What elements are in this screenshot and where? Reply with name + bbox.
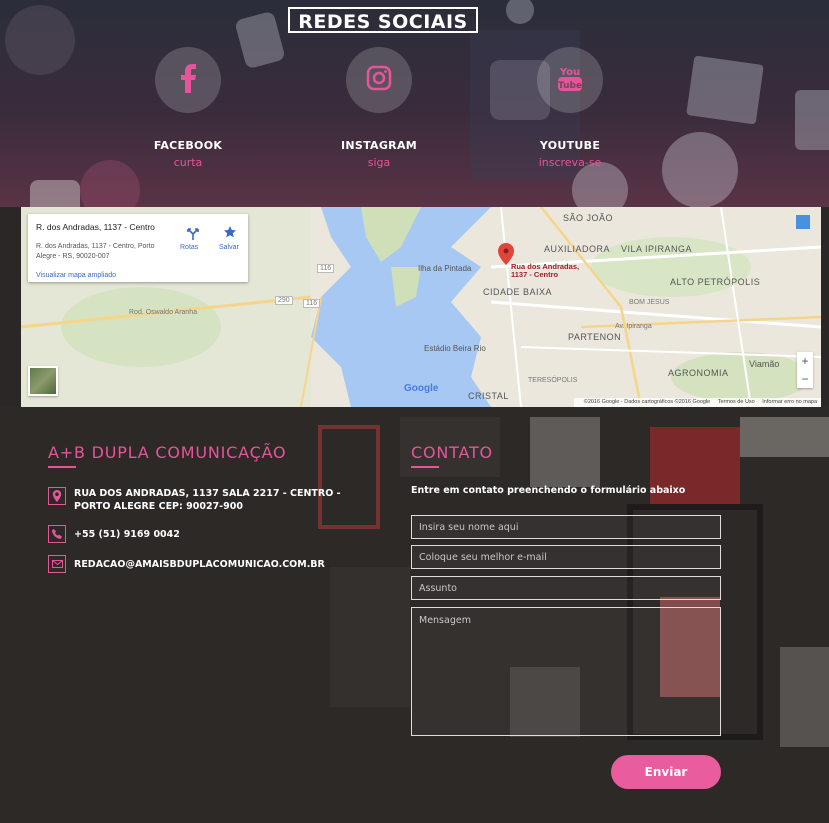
zoom-in-button[interactable]: + (797, 352, 813, 370)
company-title: A+B DUPLA COMUNICAÇÃO (48, 443, 287, 462)
name-input[interactable] (411, 515, 721, 539)
social-title: REDES SOCIAIS (288, 7, 478, 33)
map-label-alto-petropolis: ALTO PETRÓPOLIS (670, 277, 761, 287)
map-label-sao-joao: SÃO JOÃO (563, 213, 614, 223)
fullscreen-icon[interactable] (796, 215, 810, 229)
instagram-circle[interactable] (346, 47, 412, 113)
contact-title-underline (411, 466, 439, 468)
map-label-rod: Rod. Oswaldo Aranha (129, 309, 198, 316)
message-textarea[interactable] (411, 607, 721, 736)
map-footer: ©2016 Google - Dados cartográficos ©2016… (573, 398, 821, 407)
facebook-icon (176, 63, 200, 97)
star-icon[interactable] (223, 225, 237, 244)
send-button[interactable]: Enviar (611, 755, 721, 789)
contact-title: CONTATO (411, 443, 493, 462)
google-logo: Google (404, 383, 439, 394)
facebook-link[interactable]: FACEBOOK curta (108, 47, 268, 169)
company-phone[interactable]: +55 (51) 9169 0042 (74, 528, 364, 541)
address-row: RUA DOS ANDRADAS, 1137 SALA 2217 - CENTR… (48, 487, 364, 513)
map-pin-label-2: 1137 - Centro (511, 270, 559, 279)
phone-icon (48, 525, 66, 543)
map-label-av-ipiranga: Av. Ipiranga (615, 323, 652, 330)
facebook-name: FACEBOOK (153, 139, 223, 152)
map-label-agronomia: AGRONOMIA (668, 368, 729, 378)
social-section: REDES SOCIAIS FACEBOOK curta INSTAGRAM s… (0, 0, 829, 207)
map-report-link[interactable]: Informar erro no mapa (762, 399, 817, 405)
map-label-r290: 290 (275, 296, 293, 305)
map-label-r116b: 116 (303, 299, 321, 308)
map-label-ilha-pintada: Ilha da Pintada (418, 264, 472, 273)
map-label-cidade-baixa: CIDADE BAIXA (483, 287, 553, 297)
map-enlarge-link[interactable]: Visualizar mapa ampliado (36, 272, 116, 279)
instagram-name: INSTAGRAM (340, 139, 418, 152)
youtube-icon: You Tube (557, 64, 583, 96)
email-row: REDACAO@AMAISBDUPLACOMUNICAO.COM.BR (48, 555, 364, 573)
email-input[interactable] (411, 545, 721, 569)
map-info-card: R. dos Andradas, 1137 - Centro R. dos An… (28, 214, 248, 282)
instagram-icon (366, 65, 392, 95)
map-label-auxiliadora: AUXILIADORA (544, 244, 611, 254)
company-title-underline (48, 466, 76, 468)
map-salvar-button[interactable]: Salvar (219, 244, 239, 251)
phone-row: +55 (51) 9169 0042 (48, 525, 364, 543)
map-card-title: R. dos Andradas, 1137 - Centro (36, 222, 155, 232)
map-attribution: ©2016 Google - Dados cartográficos ©2016… (583, 399, 711, 405)
zoom-control[interactable]: + − (797, 352, 813, 388)
map-terms-link[interactable]: Termos de Uso (718, 399, 755, 405)
subject-input[interactable] (411, 576, 721, 600)
svg-text:Tube: Tube (558, 81, 582, 91)
map-label-cristal: CRISTAL (468, 391, 509, 401)
envelope-icon (48, 555, 66, 573)
facebook-circle[interactable] (155, 47, 221, 113)
map-label-vila-ipiranga: VILA IPIRANGA (621, 244, 693, 254)
facebook-action[interactable]: curta (108, 156, 268, 169)
svg-text:You: You (559, 67, 580, 78)
satellite-toggle[interactable] (28, 366, 58, 396)
contact-subtitle: Entre em contato preenchendo o formulári… (411, 485, 686, 496)
embedded-map[interactable]: R. dos Andradas, 1137 - Centro R. dos An… (21, 207, 821, 407)
map-label-teresopolis: TERESÓPOLIS (528, 377, 578, 384)
youtube-link[interactable]: You Tube YOUTUBE inscreva-se (490, 47, 650, 169)
zoom-out-button[interactable]: − (797, 370, 813, 388)
youtube-action[interactable]: inscreva-se (490, 156, 650, 169)
youtube-name: YOUTUBE (539, 139, 601, 152)
map-card-address: R. dos Andradas, 1137 - Centro, Porto Al… (36, 243, 155, 260)
map-rotas-button[interactable]: Rotas (180, 244, 198, 251)
map-label-bom-jesus: BOM JESUS (629, 299, 670, 306)
instagram-action[interactable]: siga (299, 156, 459, 169)
map-label-r116a: 116 (317, 264, 335, 273)
instagram-link[interactable]: INSTAGRAM siga (299, 47, 459, 169)
youtube-circle[interactable]: You Tube (537, 47, 603, 113)
company-email[interactable]: REDACAO@AMAISBDUPLACOMUNICAO.COM.BR (74, 558, 364, 571)
map-label-estadio: Estádio Beira Rio (424, 344, 486, 353)
company-address: RUA DOS ANDRADAS, 1137 SALA 2217 - CENTR… (74, 488, 341, 512)
map-label-partenon: PARTENON (568, 332, 622, 342)
map-label-viamao: Viamão (749, 359, 780, 369)
location-pin-icon (48, 487, 66, 505)
directions-icon[interactable] (186, 226, 200, 245)
